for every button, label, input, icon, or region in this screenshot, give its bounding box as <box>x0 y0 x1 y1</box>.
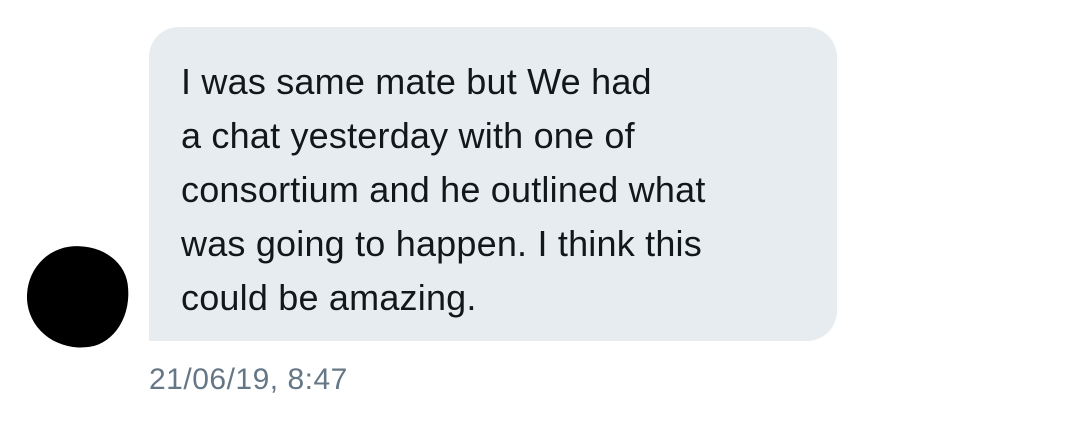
message-line: was going to happen. I think this <box>181 223 702 264</box>
sender-avatar[interactable] <box>20 239 136 355</box>
message-line: I was same mate but We had <box>181 61 652 102</box>
message-line: a chat yesterday with one of <box>181 115 635 156</box>
message-timestamp: 21/06/19, 8:47 <box>149 363 348 396</box>
received-message-bubble[interactable]: I was same mate but We had a chat yester… <box>149 27 837 341</box>
message-text: I was same mate but We had a chat yester… <box>181 55 821 325</box>
conversation-view: I was same mate but We had a chat yester… <box>0 0 1076 428</box>
message-line: consortium and he outlined what <box>181 169 706 210</box>
message-line: could be amazing. <box>181 277 477 318</box>
